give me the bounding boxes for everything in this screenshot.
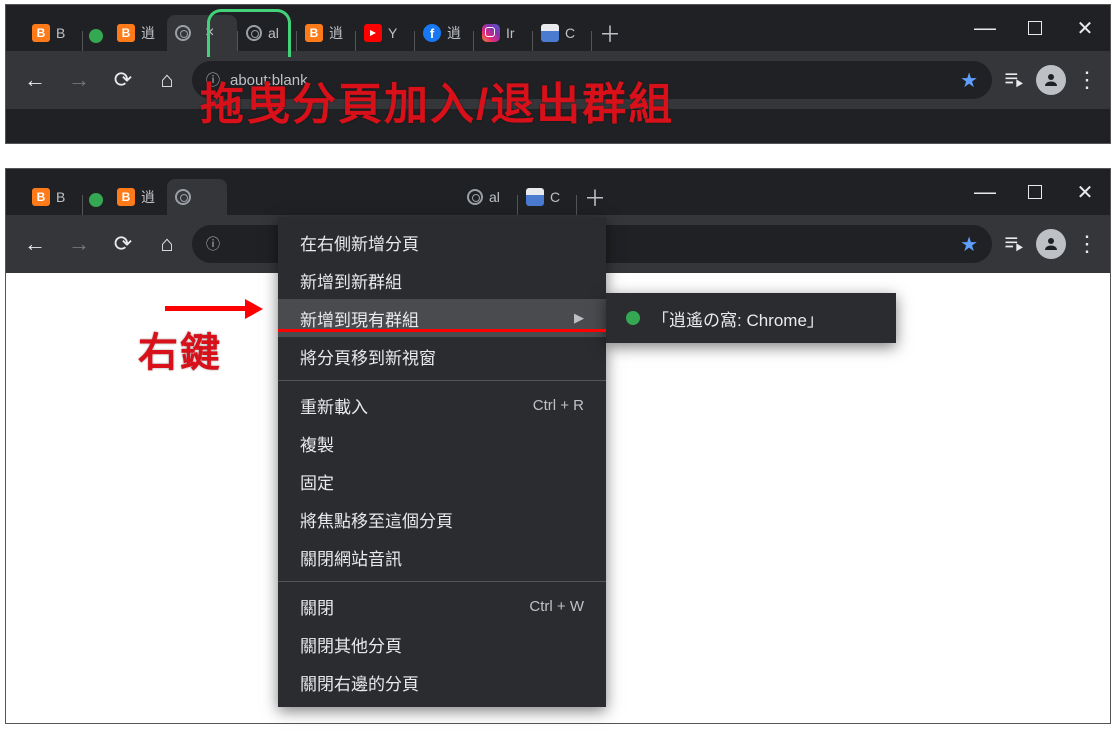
tab-label: Y — [388, 25, 397, 41]
tab-instagram[interactable]: Ir — [474, 15, 532, 51]
bookmark-star-icon[interactable]: ★ — [960, 68, 978, 93]
ctx-duplicate[interactable]: 複製 — [278, 424, 606, 462]
ctx-close-others[interactable]: 關閉其他分頁 — [278, 625, 606, 663]
tab-blogger-2[interactable]: B 逍 — [297, 15, 355, 51]
home-button[interactable]: ⌂ — [148, 225, 186, 263]
tab-label: B — [56, 25, 65, 41]
new-tab-button[interactable]: ＋ — [577, 179, 613, 215]
maximize-button[interactable] — [1010, 8, 1060, 48]
ctx-close[interactable]: 關閉 Ctrl + W — [278, 587, 606, 625]
shortcut-text: Ctrl + W — [529, 598, 584, 615]
tab-blogger-0[interactable]: B B — [24, 15, 82, 51]
new-tab-button[interactable]: ＋ — [592, 15, 628, 51]
minimize-button[interactable]: — — [960, 172, 1010, 212]
browser-menu-button[interactable]: ⋮ — [1074, 67, 1100, 93]
tab-label: Ir — [506, 25, 515, 41]
tab-facebook[interactable]: f 逍 — [415, 15, 473, 51]
submenu-group-label: 「逍遙の窩: Chrome」 — [652, 306, 824, 331]
tab-label: al — [489, 189, 500, 205]
tab-globe-al[interactable]: al — [459, 179, 517, 215]
media-control-icon[interactable] — [998, 65, 1028, 95]
ctx-reload[interactable]: 重新載入 Ctrl + R — [278, 386, 606, 424]
ctx-pin[interactable]: 固定 — [278, 462, 606, 500]
existing-group-submenu: 「逍遙の窩: Chrome」 — [606, 293, 896, 343]
media-control-icon[interactable] — [998, 229, 1028, 259]
maximize-button[interactable] — [1010, 172, 1060, 212]
tab-webstore[interactable]: C — [518, 179, 576, 215]
tab-blogger-1[interactable]: B 逍 — [109, 179, 167, 215]
bookmark-star-icon[interactable]: ★ — [960, 232, 978, 257]
profile-avatar[interactable] — [1036, 229, 1066, 259]
facebook-icon: f — [423, 24, 441, 42]
blogger-icon: B — [117, 24, 135, 42]
annotation-arrow — [165, 298, 265, 320]
tab-blogger-0[interactable]: B B — [24, 179, 82, 215]
close-tab-icon[interactable]: × — [205, 24, 214, 42]
globe-icon — [246, 25, 262, 41]
submenu-group-item[interactable]: 「逍遙の窩: Chrome」 — [606, 299, 896, 337]
tab-label: B — [56, 189, 65, 205]
ctx-close-right[interactable]: 關閉右邊的分頁 — [278, 663, 606, 701]
ctx-focus-this-tab[interactable]: 將焦點移至這個分頁 — [278, 500, 606, 538]
reload-button[interactable]: ⟳ — [104, 61, 142, 99]
tab-group-indicator[interactable] — [89, 193, 103, 207]
youtube-icon — [364, 24, 382, 42]
blogger-icon: B — [117, 188, 135, 206]
tab-blogger-1[interactable]: B 逍 — [109, 15, 167, 51]
tab-label: C — [565, 25, 575, 41]
chrome-store-icon — [541, 24, 559, 42]
profile-avatar[interactable] — [1036, 65, 1066, 95]
chrome-store-icon — [526, 188, 544, 206]
annotation-underline — [278, 329, 606, 332]
tab-globe-al[interactable]: al — [238, 15, 296, 51]
tab-right-click-target[interactable] — [167, 179, 227, 215]
group-color-dot-icon — [626, 311, 640, 325]
globe-icon — [175, 25, 191, 41]
ctx-mute-site[interactable]: 關閉網站音訊 — [278, 538, 606, 576]
close-window-button[interactable]: ✕ — [1060, 8, 1110, 48]
back-button[interactable]: ← — [16, 61, 54, 99]
blogger-icon: B — [305, 24, 323, 42]
blogger-icon: B — [32, 188, 50, 206]
tab-label: 逍 — [141, 187, 155, 207]
instagram-icon — [482, 24, 500, 42]
browser-menu-button[interactable]: ⋮ — [1074, 231, 1100, 257]
forward-button[interactable]: → — [60, 225, 98, 263]
tab-group-indicator[interactable] — [89, 29, 103, 43]
shortcut-text: Ctrl + R — [533, 397, 584, 414]
menu-separator — [278, 380, 606, 381]
tab-webstore[interactable]: C — [533, 15, 591, 51]
tab-context-menu: 在右側新增分頁 新增到新群組 新增到現有群組 ▶ 將分頁移到新視窗 重新載入 C… — [278, 217, 606, 707]
reload-button[interactable]: ⟳ — [104, 225, 142, 263]
tab-strip: B B B 逍 al — [24, 169, 960, 215]
ctx-move-to-new-window[interactable]: 將分頁移到新視窗 — [278, 337, 606, 375]
submenu-arrow-icon: ▶ — [574, 310, 584, 326]
tab-label: 逍 — [447, 23, 461, 43]
ctx-new-tab-right[interactable]: 在右側新增分頁 — [278, 223, 606, 261]
tab-strip: B B B 逍 × al — [24, 5, 960, 51]
close-window-button[interactable]: ✕ — [1060, 172, 1110, 212]
tab-active-blank[interactable]: × — [167, 15, 237, 51]
tab-label: 逍 — [141, 23, 155, 43]
tab-label: al — [268, 25, 279, 41]
home-button[interactable]: ⌂ — [148, 61, 186, 99]
annotation-right-click-label: 右鍵 — [138, 320, 222, 378]
site-info-icon[interactable]: ⓘ — [206, 234, 220, 254]
tab-youtube[interactable]: Y — [356, 15, 414, 51]
back-button[interactable]: ← — [16, 225, 54, 263]
blogger-icon: B — [32, 24, 50, 42]
tab-label: C — [550, 189, 560, 205]
tab-label: 逍 — [329, 23, 343, 43]
window-controls: — ✕ — [960, 169, 1110, 215]
annotation-drag-text: 拖曳分頁加入/退出群組 — [200, 68, 674, 132]
globe-icon — [467, 189, 483, 205]
menu-separator — [278, 581, 606, 582]
ctx-add-to-new-group[interactable]: 新增到新群組 — [278, 261, 606, 299]
minimize-button[interactable]: — — [960, 8, 1010, 48]
globe-icon — [175, 189, 191, 205]
window-controls: — ✕ — [960, 5, 1110, 51]
forward-button[interactable]: → — [60, 61, 98, 99]
